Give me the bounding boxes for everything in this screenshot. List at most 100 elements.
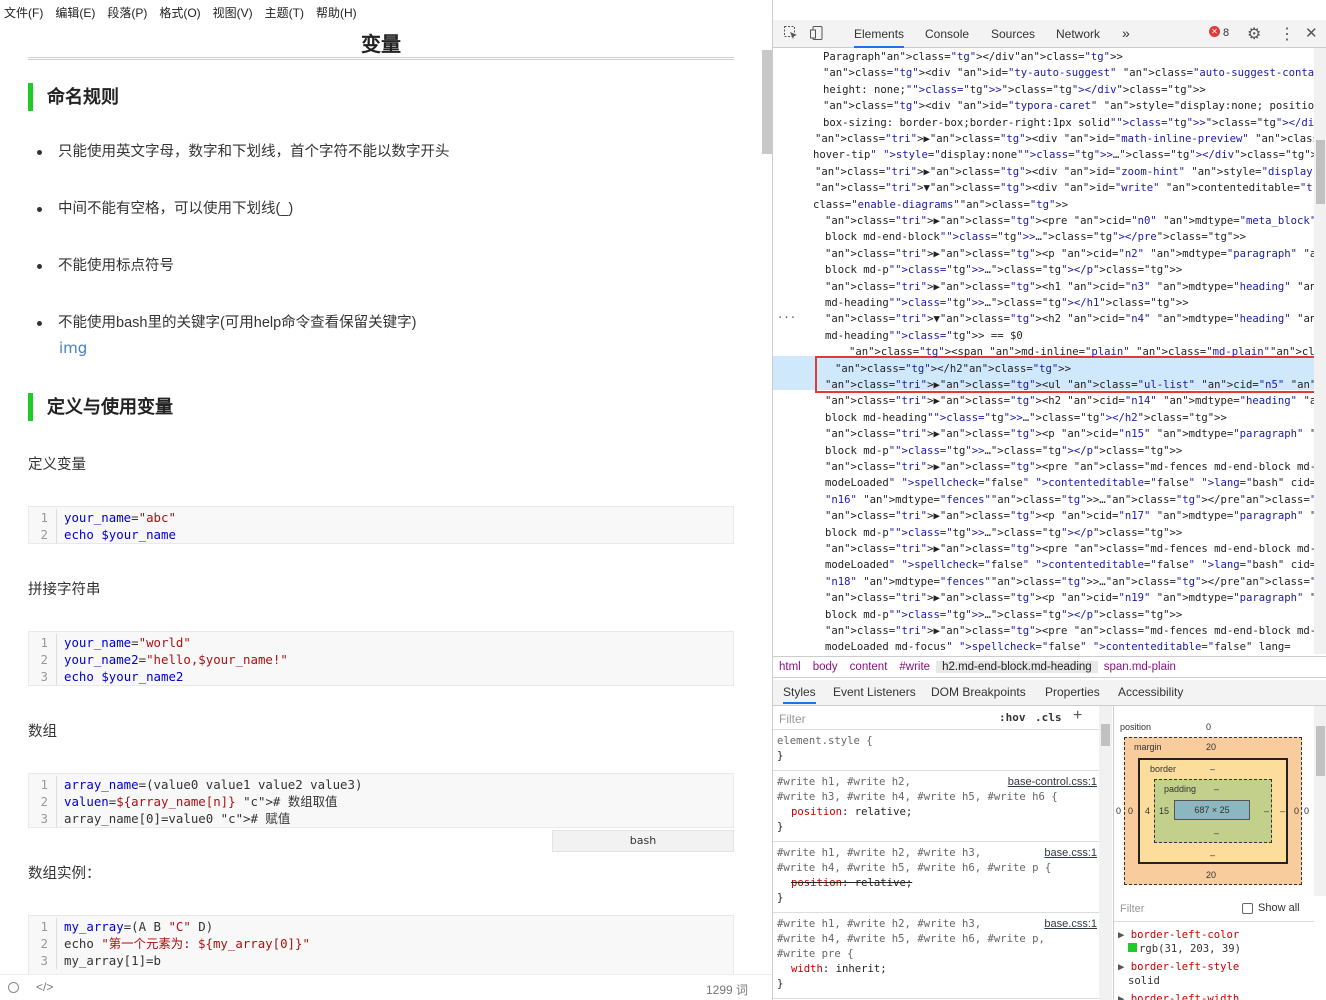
dom-node-line[interactable]: hover-tip" ">style="display:none"">class… (813, 147, 1314, 164)
dom-node-line[interactable]: "an">class="tri">▼"an">class="tg"><div "… (815, 180, 1314, 197)
code-text[interactable]: echo $your_name (64, 526, 176, 543)
breadcrumb-write[interactable]: #write (893, 661, 936, 673)
dom-node-line[interactable]: "an">class="tri">▶"an">class="tg"><p "an… (825, 426, 1314, 443)
menu-view[interactable]: 视图(V) (213, 4, 253, 21)
rule-source-link[interactable]: base-control.css:1 (1008, 775, 1097, 790)
dom-node-line[interactable]: "an">class="tri">▶"an">class="tg"><pre "… (825, 623, 1314, 640)
dom-node-line[interactable]: "an">class="tri">▶"an">class="tg"><pre "… (825, 459, 1314, 476)
computed-property[interactable]: ▶ border-left-style solid (1118, 960, 1314, 988)
tab-dom-breakpoints[interactable]: DOM Breakpoints (931, 685, 1026, 699)
breadcrumb-body[interactable]: body (807, 661, 844, 673)
dom-node-line[interactable]: modeLoaded" ">spellcheck="false" ">conte… (825, 557, 1314, 574)
dom-node-line[interactable]: block md-end-block"">class="tg">>…">clas… (825, 229, 1246, 246)
rule-source-link[interactable]: base.css:1 (1044, 846, 1097, 861)
menu-file[interactable]: 文件(F) (4, 4, 43, 21)
code-text[interactable]: your_name="abc" (64, 509, 176, 526)
scrollbar-thumb[interactable] (1101, 724, 1110, 746)
code-line[interactable]: 2 echo "第一个元素为: ${my_array[0]}" (29, 935, 733, 952)
inspect-element-icon[interactable] (783, 25, 799, 44)
code-line[interactable]: 1 your_name="abc" (29, 509, 733, 526)
computed-property[interactable]: ▶ border-left-color rgb(31, 203, 39) (1118, 928, 1314, 956)
list-item[interactable]: 只能使用英文字母，数字和下划线，首个字符不能以数字开头 (37, 142, 450, 162)
code-line[interactable]: 1 my_array=(A B "C" D) (29, 918, 733, 935)
styles-pane[interactable]: Filter :hov .cls + element.style {} #writ… (773, 706, 1113, 1000)
dom-node-line[interactable]: "an">class="tri">▶"an">class="tg"><h2 "a… (825, 393, 1314, 410)
dom-node-line[interactable]: "an">class="tri">▶"an">class="tg"><pre "… (825, 213, 1314, 230)
dom-node-line[interactable]: box-sizing: border-box;border-right:1px … (823, 115, 1314, 132)
heading-naming-rules[interactable]: 命名规则 (28, 83, 734, 111)
menu-help[interactable]: 帮助(H) (316, 4, 357, 21)
tab-styles[interactable]: Styles (783, 685, 816, 704)
dom-node-line[interactable]: "an">class="tri">▶"an">class="tg"><div "… (815, 131, 1314, 148)
dom-node-line[interactable]: "an">class="tri">▶"an">class="tg"><ul "a… (825, 377, 1314, 394)
dom-node-line[interactable]: "n16" "an">mdtype="fences""an">class="tg… (825, 492, 1314, 509)
style-property[interactable]: position: relative; (777, 876, 1097, 891)
tab-properties[interactable]: Properties (1045, 685, 1100, 699)
code-text[interactable]: your_name="world" (64, 634, 191, 651)
menu-theme[interactable]: 主题(T) (265, 4, 304, 21)
doc-title[interactable]: 变量 (28, 24, 734, 60)
dom-node-line[interactable]: block md-p"">class="tg">>…">class="tg"><… (825, 607, 1182, 624)
tab-event-listeners[interactable]: Event Listeners (833, 685, 916, 699)
dom-node-line[interactable]: md-heading"">class="tg">> == $0 (825, 328, 1023, 345)
code-text[interactable]: my_array[1]=b (64, 952, 161, 969)
dom-node-line[interactable]: "an">class="tri">▶"an">class="tg"><p "an… (825, 246, 1314, 263)
code-text[interactable]: my_array=(A B "C" D) (64, 918, 213, 935)
code-line[interactable]: 3 echo $your_name2 (29, 668, 733, 685)
code-line[interactable]: 2 your_name2="hello,$your_name!" (29, 651, 733, 668)
content-box[interactable]: 687 × 25 (1174, 800, 1250, 820)
code-text[interactable]: your_name2="hello,$your_name!" (64, 651, 288, 668)
dom-node-line[interactable]: block md-p"">class="tg">>…">class="tg"><… (825, 262, 1182, 279)
computed-filter-input[interactable]: Filter (1120, 903, 1144, 915)
word-count[interactable]: 1299 词 (706, 981, 748, 998)
close-icon[interactable]: ✕ (1305, 24, 1318, 42)
dom-node-line[interactable]: "an">class="tri">▶"an">class="tg"><p "an… (825, 590, 1314, 607)
menu-format[interactable]: 格式(O) (159, 4, 200, 21)
padding-bottom[interactable]: – (1214, 828, 1219, 838)
list-item[interactable]: 不能使用bash里的关键字(可用help命令查看保留关键字) (37, 313, 417, 333)
add-rule-icon[interactable]: + (1073, 707, 1082, 725)
computed-property[interactable]: ▶ border-left-width (1118, 992, 1314, 1000)
code-line[interactable]: 1 array_name=(value0 value1 value2 value3… (29, 776, 733, 793)
padding-left[interactable]: 15 (1159, 806, 1169, 816)
hover-state-toggle[interactable]: :hov (999, 711, 1026, 724)
computed-pane[interactable]: Filter Show all ▶ border-left-color rgb(3… (1113, 896, 1326, 1000)
class-toggle[interactable]: .cls (1035, 711, 1062, 724)
document-scrollbar[interactable] (762, 50, 772, 154)
breadcrumb-h2[interactable]: h2.md-end-block.md-heading (936, 661, 1098, 673)
margin-bottom[interactable]: 20 (1206, 870, 1216, 880)
error-count[interactable]: 8 (1223, 27, 1229, 39)
more-tabs-icon[interactable]: » (1122, 25, 1130, 41)
code-text[interactable]: echo $your_name2 (64, 668, 183, 685)
heading-define-variables[interactable]: 定义与使用变量 (28, 393, 734, 421)
code-line[interactable]: 2 echo $your_name (29, 526, 733, 543)
elements-scrollbar[interactable] (1314, 48, 1326, 654)
dom-node-line[interactable]: "an">class="tg"></h2"an">class="tg">> (835, 361, 1071, 378)
padding-top[interactable]: – (1214, 784, 1219, 794)
code-line[interactable]: 1 your_name="world" (29, 634, 733, 651)
style-rule[interactable]: #write h1, #write h2, #write h3, #write h… (777, 846, 1097, 906)
paragraph-concat[interactable]: 拼接字符串 (28, 578, 101, 599)
tab-elements[interactable]: Elements (854, 27, 905, 48)
paragraph-define[interactable]: 定义变量 (28, 453, 86, 474)
boxmodel-scrollbar[interactable] (1314, 706, 1326, 896)
code-text[interactable]: array_name=(value0 value1 value2 value3) (64, 776, 362, 793)
dom-node-line[interactable]: md-heading"">class="tg">>…">class="tg"><… (825, 295, 1189, 312)
code-line[interactable]: 2 valuen=${array_name[n]} "c"># 数组取值 (29, 793, 733, 810)
color-swatch[interactable] (1128, 943, 1137, 952)
paragraph-array-example[interactable]: 数组实例： (28, 862, 101, 883)
show-all-checkbox[interactable] (1242, 903, 1253, 914)
style-rule[interactable]: #write h1, #write h2, #write h3, #write h… (777, 775, 1097, 835)
padding-right[interactable]: – (1264, 806, 1269, 816)
dom-node-line[interactable]: modeLoaded" ">spellcheck="false" ">conte… (825, 475, 1314, 492)
dom-node-line[interactable]: height: none;"">class="tg">>">class="tg"… (823, 82, 1206, 99)
styles-filter-input[interactable]: Filter (779, 712, 806, 726)
tab-accessibility[interactable]: Accessibility (1118, 685, 1183, 699)
dom-node-line[interactable]: block md-heading"">class="tg">>…">class=… (825, 410, 1227, 427)
dom-node-line[interactable]: "an">class="tg"><div "an">id="typora-car… (823, 98, 1314, 115)
code-block[interactable]: 1 array_name=(value0 value1 value2 value3… (28, 773, 734, 828)
kebab-menu-icon[interactable]: ⋮ (1279, 24, 1295, 44)
menu-edit[interactable]: 编辑(E) (55, 4, 95, 21)
tab-network[interactable]: Network (1056, 27, 1100, 41)
breadcrumb-html[interactable]: html (773, 661, 807, 673)
